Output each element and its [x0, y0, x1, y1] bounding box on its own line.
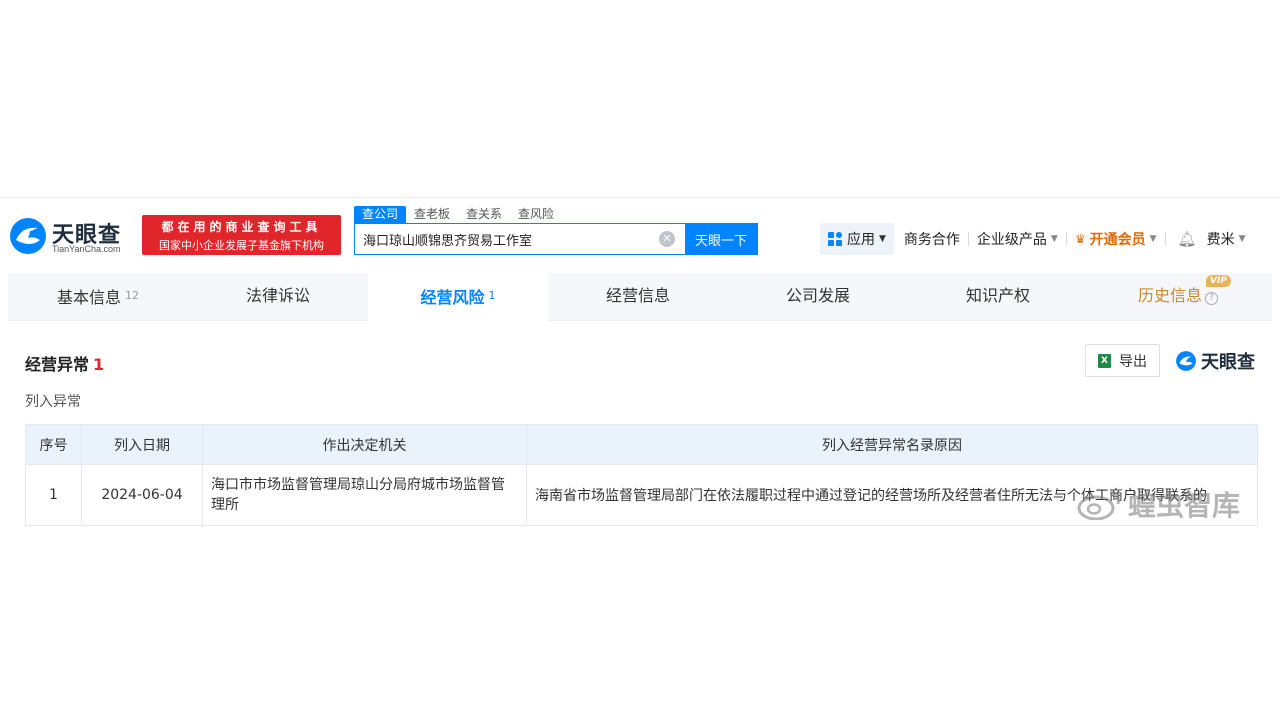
export-label: 导出	[1119, 353, 1147, 370]
weibo-icon	[1077, 490, 1120, 520]
cell-date: 2024-06-04	[81, 464, 203, 526]
vip-badge: VIP	[1206, 275, 1231, 287]
caret-down-icon: ▼	[1050, 234, 1058, 244]
caret-down-icon: ▼	[1149, 234, 1157, 244]
clear-icon[interactable]: ✕	[659, 231, 675, 247]
col-header-reason: 列入经营异常名录原因	[526, 424, 1258, 465]
watermark-text: 蝗虫智库	[1128, 489, 1241, 522]
section-title-label: 经营异常	[25, 355, 90, 374]
search-box: ✕ 天眼一下	[354, 223, 758, 255]
divider	[1164, 232, 1166, 246]
logo-url: TianYanCha.com	[52, 244, 121, 254]
caret-down-icon: ▼	[879, 234, 886, 244]
tianyancha-watermark-logo: 天眼查	[1175, 349, 1255, 373]
apps-label: 应用	[847, 232, 875, 248]
section-subtitle: 列入异常	[25, 394, 81, 410]
search-type-tabs: 查公司 查老板 查关系 查风险	[354, 206, 562, 223]
slogan-banner: 都在用的商业查询工具 国家中小企业发展子基金旗下机构	[142, 215, 341, 255]
tianyancha-logo-icon	[10, 218, 46, 254]
search-tab-risk[interactable]: 查风险	[510, 206, 562, 223]
cell-index: 1	[25, 464, 82, 526]
nav-user-label: 费米	[1206, 232, 1235, 248]
tab-company-development[interactable]: 公司发展	[728, 273, 908, 321]
tab-intellectual-property[interactable]: 知识产权	[908, 273, 1088, 321]
section-count: 1	[93, 355, 105, 374]
cell-authority: 海口市市场监督管理局琼山分局府城市场监督管理所	[202, 464, 527, 526]
weibo-watermark: 蝗虫智库	[1076, 486, 1240, 522]
tab-label: 基本信息	[56, 288, 121, 307]
crown-icon: ♛	[1074, 232, 1086, 246]
table-row: 1 2024-06-04 海口市市场监督管理局琼山分局府城市场监督管理所 海南省…	[25, 464, 1258, 526]
bell-icon[interactable]: 🔔︎	[1178, 230, 1197, 248]
section-title: 经营异常 1	[25, 351, 104, 375]
nav-business[interactable]: 商务合作	[904, 229, 960, 249]
col-header-index: 序号	[25, 424, 82, 465]
divider	[1065, 232, 1067, 246]
watermark-brand: 天眼查	[1201, 352, 1255, 373]
slogan-line-2: 国家中小企业发展子基金旗下机构	[159, 239, 324, 252]
top-header: 天眼查 TianYanCha.com 都在用的商业查询工具 国家中小企业发展子基…	[0, 197, 1280, 273]
nav-enterprise-label: 企业级产品	[976, 232, 1047, 248]
caret-down-icon: ▼	[1238, 234, 1246, 244]
search-tab-relation[interactable]: 查关系	[458, 206, 510, 223]
tab-label: 知识产权	[965, 286, 1030, 305]
tab-operation-info[interactable]: 经营信息	[548, 273, 728, 321]
nav-vip[interactable]: ♛ 开通会员 ▼	[1075, 229, 1157, 249]
divider	[967, 232, 969, 246]
search-tab-boss[interactable]: 查老板	[406, 206, 458, 223]
excel-icon: X	[1098, 353, 1111, 368]
tab-label: 经营信息	[605, 286, 670, 305]
detail-tabs: 基本信息 12 法律诉讼 经营风险 1 经营信息 公司发展 知识产权 VIP 历史信…	[8, 273, 1272, 321]
nav-vip-label: 开通会员	[1089, 232, 1146, 248]
top-nav: 应用 ▼ 商务合作 企业级产品 ▼ ♛ 开通会员 ▼ 🔔︎ 费米 ▼	[820, 223, 1246, 255]
nav-user[interactable]: 费米 ▼	[1207, 229, 1246, 249]
tianyancha-logo[interactable]: 天眼查 TianYanCha.com	[8, 216, 138, 256]
tab-legal[interactable]: 法律诉讼	[188, 273, 368, 321]
tab-count: 12	[125, 289, 139, 302]
export-button[interactable]: X 导出	[1085, 344, 1160, 377]
slogan-line-1: 都在用的商业查询工具	[161, 220, 322, 234]
tab-count: 1	[488, 289, 496, 302]
tab-label: 公司发展	[785, 286, 850, 305]
tab-basic-info[interactable]: 基本信息 12	[8, 273, 188, 321]
search-tab-company[interactable]: 查公司	[354, 206, 407, 223]
tianyancha-logo-icon	[1176, 351, 1196, 371]
col-header-date: 列入日期	[81, 424, 203, 465]
help-icon[interactable]: ?	[1205, 292, 1218, 305]
tab-label: 法律诉讼	[245, 286, 310, 305]
apps-grid-icon	[828, 232, 842, 246]
table-header-row: 序号 列入日期 作出决定机关 列入经营异常名录原因	[25, 424, 1258, 465]
tab-label: 经营风险	[420, 288, 485, 307]
search-button[interactable]: 天眼一下	[685, 224, 757, 254]
tab-operation-risk[interactable]: 经营风险 1	[368, 273, 548, 321]
abnormal-table: 序号 列入日期 作出决定机关 列入经营异常名录原因 1 2024-06-04 海…	[25, 424, 1258, 526]
tab-history[interactable]: VIP 历史信息?	[1088, 273, 1268, 321]
search-input[interactable]	[355, 224, 659, 254]
nav-enterprise[interactable]: 企业级产品 ▼	[977, 229, 1058, 249]
col-header-authority: 作出决定机关	[202, 424, 527, 465]
apps-menu[interactable]: 应用 ▼	[820, 223, 894, 255]
tab-label: 历史信息	[1137, 286, 1202, 305]
